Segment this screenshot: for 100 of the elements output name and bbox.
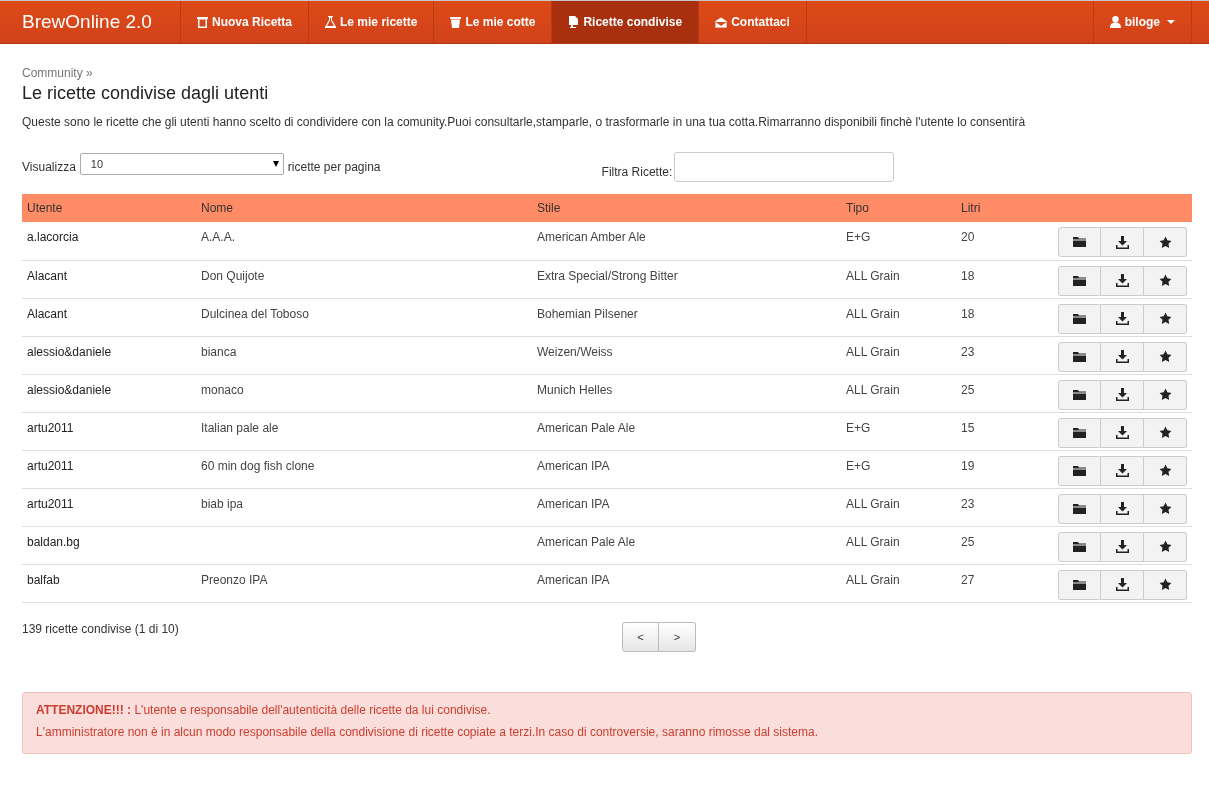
table-cell: American IPA (532, 450, 841, 488)
favorite-button[interactable] (1144, 493, 1187, 524)
open-button[interactable] (1058, 417, 1101, 448)
favorite-button[interactable] (1144, 569, 1187, 600)
column-header: Utente (22, 194, 196, 222)
star-icon (1158, 426, 1172, 439)
table-cell: ALL Grain (841, 488, 956, 526)
favorite-button[interactable] (1144, 379, 1187, 410)
open-button[interactable] (1058, 265, 1101, 296)
table-cell: 18 (956, 260, 1056, 298)
previous-button[interactable]: < (622, 621, 659, 652)
brand-title[interactable]: BrewOnline 2.0 (22, 1, 181, 43)
folder-icon (1073, 389, 1086, 400)
table-cell: 25 (956, 374, 1056, 412)
column-header: Litri (956, 194, 1056, 222)
table-cell: 23 (956, 488, 1056, 526)
open-button[interactable] (1058, 455, 1101, 486)
table-cell: artu2011 (22, 488, 196, 526)
box-icon (197, 16, 208, 28)
table-cell: ALL Grain (841, 298, 956, 336)
table-cell: American IPA (532, 564, 841, 602)
download-icon (1115, 350, 1129, 363)
filter-label: Filtra Ricette: (601, 165, 673, 181)
star-icon (1158, 578, 1172, 591)
table-cell: balfab (22, 564, 196, 602)
download-icon (1115, 578, 1129, 591)
download-button[interactable] (1101, 265, 1144, 296)
open-button[interactable] (1058, 341, 1101, 372)
table-cell: 18 (956, 298, 1056, 336)
nav-tab[interactable]: Nuova Ricetta (181, 1, 310, 43)
table-cell: alessio&daniele (22, 336, 196, 374)
nav-tab[interactable]: Contattaci (699, 1, 807, 43)
download-button[interactable] (1101, 341, 1144, 372)
page-title: Le ricette condivise dagli utenti (22, 83, 270, 104)
table-cell: American IPA (532, 488, 841, 526)
table-cell: bianca (196, 336, 532, 374)
nav-tab[interactable]: Le mie ricette (309, 1, 435, 43)
star-icon (1158, 312, 1172, 325)
favorite-button[interactable] (1144, 265, 1187, 296)
download-button[interactable] (1101, 569, 1144, 600)
download-button[interactable] (1101, 455, 1144, 486)
table-cell: Bohemian Pilsener (532, 298, 841, 336)
download-icon (1115, 388, 1129, 401)
column-header: Nome (196, 194, 532, 222)
favorite-button[interactable] (1144, 341, 1187, 372)
favorite-button[interactable] (1144, 227, 1187, 257)
table-cell: Weizen/Weiss (532, 336, 841, 374)
table-cell: A.A.A. (196, 222, 532, 260)
folder-icon (1073, 541, 1086, 552)
download-button[interactable] (1101, 493, 1144, 524)
warning-text: ATTENZIONE!!! : L'utente e responsabile dell'autenticità delle ricette da lui condivise. (36, 702, 492, 717)
table-cell: 25 (956, 526, 1056, 564)
download-button[interactable] (1101, 531, 1144, 562)
open-button[interactable] (1058, 303, 1101, 334)
table-cell: ALL Grain (841, 260, 956, 298)
folder-icon (1073, 503, 1086, 514)
nav-tab[interactable]: Ricette condivise (552, 1, 700, 43)
table-cell: Don Quijote (196, 260, 532, 298)
open-button[interactable] (1058, 227, 1101, 257)
breadcrumb-link[interactable]: Community » (22, 66, 1192, 80)
star-icon (1158, 274, 1172, 287)
table-cell: Dulcinea del Toboso (196, 298, 532, 336)
download-icon (1115, 274, 1129, 287)
favorite-button[interactable] (1144, 455, 1187, 486)
download-button[interactable] (1101, 379, 1144, 410)
table-cell: a.lacorcia (22, 222, 196, 260)
intro-text: Queste sono le ricette che gli utenti hanno scelto di condividere con la comunity.Puoi consultarle,stamparle, o trasformarle in una tua cotta.Rimarranno disponibili finchè l'utente lo consentirà (22, 115, 1027, 129)
table-cell: Italian pale ale (196, 412, 532, 450)
page-size-dropdown[interactable]: 10 (79, 153, 284, 175)
user-menu[interactable]: biloge (1092, 1, 1192, 43)
warning-text: L'amministratore non è in alcun modo responsabile della condivisione di ricette copiate a terzi.In caso di controversie, saranno rimosse dal sistema. (36, 724, 820, 739)
table-cell: 27 (956, 564, 1056, 602)
download-button[interactable] (1101, 417, 1144, 448)
download-button[interactable] (1101, 303, 1144, 334)
table-cell: Alacant (22, 260, 196, 298)
table-cell: ALL Grain (841, 374, 956, 412)
download-icon (1115, 235, 1129, 249)
download-icon (1115, 502, 1129, 515)
caret-icon (1167, 20, 1175, 24)
favorite-button[interactable] (1144, 303, 1187, 334)
folder-icon (1073, 465, 1086, 476)
filter-field[interactable] (674, 152, 895, 182)
star-icon (1158, 464, 1172, 477)
folder-icon (1073, 351, 1086, 362)
table-cell: American Amber Ale (532, 222, 841, 260)
table-cell: Alacant (22, 298, 196, 336)
download-button[interactable] (1101, 227, 1144, 257)
star-icon (1158, 388, 1172, 401)
next-button[interactable]: > (659, 621, 696, 652)
table-cell: ALL Grain (841, 526, 956, 564)
star-icon (1158, 235, 1172, 249)
favorite-button[interactable] (1144, 531, 1187, 562)
table-cell: 60 min dog fish clone (196, 450, 532, 488)
open-button[interactable] (1058, 569, 1101, 600)
open-button[interactable] (1058, 531, 1101, 562)
table-cell: 15 (956, 412, 1056, 450)
open-button[interactable] (1058, 493, 1101, 524)
show-label: Visualizza (22, 160, 76, 174)
open-button[interactable] (1058, 379, 1101, 410)
favorite-button[interactable] (1144, 417, 1187, 448)
